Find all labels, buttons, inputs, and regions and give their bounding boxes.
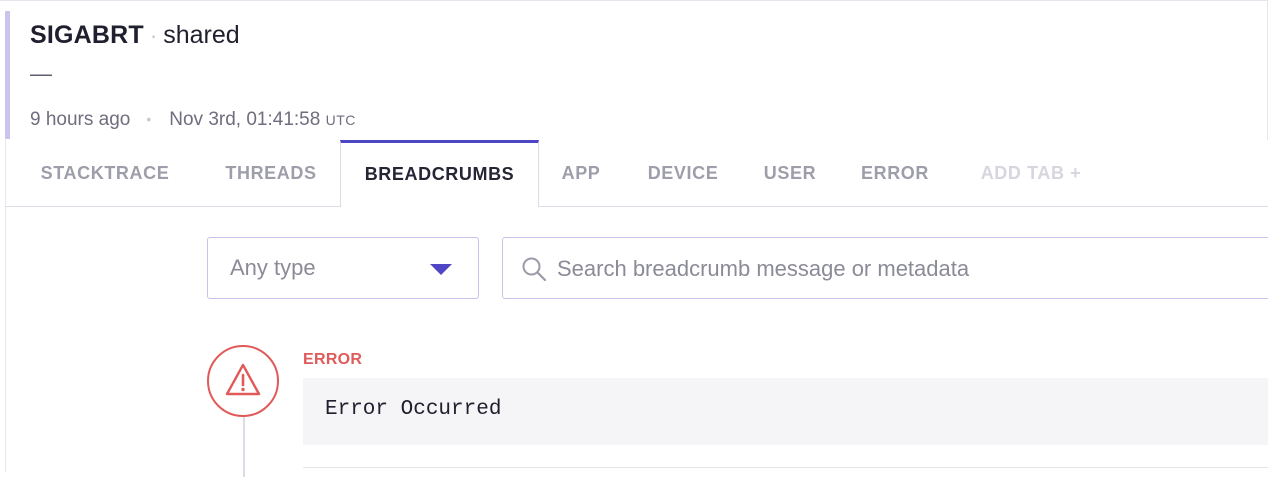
header-accent-bar <box>5 11 10 139</box>
error-class-title: SIGABRT <box>30 21 144 49</box>
error-header: SIGABRT · shared — 9 hours ago • Nov 3rd, 01… <box>0 0 1268 141</box>
tab-device[interactable]: DEVICE <box>626 140 740 206</box>
meta-separator: • <box>146 111 152 127</box>
error-meta-row: 9 hours ago • Nov 3rd, 01:41:58 UTC <box>30 109 356 131</box>
relative-time: 9 hours ago <box>30 109 131 130</box>
tab-threads[interactable]: THREADS <box>204 140 338 206</box>
breadcrumb-message: Error Occurred <box>325 398 502 421</box>
tab-stacktrace[interactable]: STACKTRACE <box>30 140 180 206</box>
timeline-connector <box>243 417 245 477</box>
error-message-placeholder: — <box>30 61 52 86</box>
search-input[interactable] <box>555 250 1259 288</box>
breadcrumb-type-label: ERROR <box>303 351 363 368</box>
add-tab-button[interactable]: ADD TAB + <box>961 140 1101 206</box>
select-value: Any type <box>230 255 316 280</box>
breadcrumb-divider <box>303 467 1268 468</box>
error-title-row: SIGABRT · shared <box>30 21 240 50</box>
search-icon <box>522 257 547 282</box>
breadcrumb-error-badge <box>207 345 279 417</box>
breadcrumb-type-select[interactable]: Any type <box>207 237 479 299</box>
tab-user[interactable]: USER <box>746 140 834 206</box>
breadcrumb-search-box[interactable] <box>502 237 1268 299</box>
chevron-down-icon <box>430 264 452 275</box>
timezone-label: UTC <box>325 112 356 128</box>
tab-error[interactable]: ERROR <box>844 140 946 206</box>
tab-bar: STACKTRACE THREADS BREADCRUMBS APP DEVIC… <box>5 140 1268 207</box>
error-context: shared <box>163 21 240 49</box>
breadcrumb-message-box[interactable]: Error Occurred <box>303 378 1268 445</box>
warning-icon <box>225 363 261 396</box>
title-separator: · <box>149 23 158 48</box>
timestamp: Nov 3rd, 01:41:58 <box>169 109 321 130</box>
tab-app[interactable]: APP <box>541 140 621 206</box>
tab-breadcrumbs[interactable]: BREADCRUMBS <box>340 140 539 207</box>
